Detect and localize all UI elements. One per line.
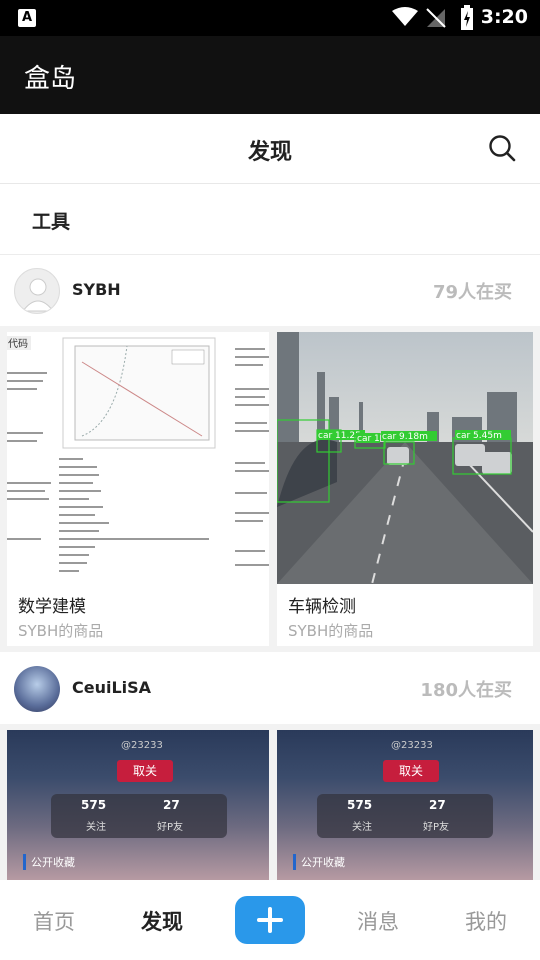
product-image: @23233 取关 575 关注 27 好P友 公开收藏 xyxy=(7,730,269,880)
app-title: 盒岛 xyxy=(24,64,77,94)
product-title[interactable]: 车辆检测 xyxy=(288,592,356,617)
seller-name[interactable]: SYBH xyxy=(72,280,121,299)
product-image: 代码 xyxy=(7,332,269,584)
nav-mine[interactable]: 我的 xyxy=(436,906,536,936)
detection-label: car 1 xyxy=(357,434,380,444)
tools-label: 工具 xyxy=(32,211,71,233)
buyer-count: 180人在买 xyxy=(420,680,512,701)
product-seller: SYBH的商品 xyxy=(18,622,104,640)
friend-label: 好P友 xyxy=(157,822,184,833)
detection-label: car 5.45m xyxy=(456,431,502,441)
follow-count: 575 xyxy=(347,798,373,812)
app-bar: 盒岛 xyxy=(0,36,540,114)
product-grid: @23233 取关 575 关注 27 好P友 公开收藏 @23233 取关 5… xyxy=(0,724,540,880)
search-icon[interactable] xyxy=(488,134,516,162)
nav-home[interactable]: 首页 xyxy=(4,906,104,936)
product-image: car 11.25m car 1 car 9.18m car 5.45m xyxy=(277,332,533,584)
avatar[interactable] xyxy=(14,268,60,314)
clock: 3:20 xyxy=(480,6,528,28)
product-grid: 代码 数学建模 SYBH的商品 car 11.25m car 1 car 9.1… xyxy=(0,326,540,652)
wifi-icon xyxy=(392,7,418,26)
friend-count: 27 xyxy=(163,798,180,812)
follow-label: 关注 xyxy=(352,822,372,833)
product-seller: SYBH的商品 xyxy=(288,622,374,640)
product-card[interactable]: car 11.25m car 1 car 9.18m car 5.45m 车辆检… xyxy=(277,332,533,646)
public-collection-label: 公开收藏 xyxy=(23,854,75,870)
unfollow-button: 取关 xyxy=(383,760,439,782)
page-header: 发现 xyxy=(0,114,540,184)
status-bar: A 3:20 xyxy=(0,0,540,36)
user-id-text: @23233 xyxy=(121,740,163,751)
notification-icon: A xyxy=(18,9,36,27)
product-title[interactable]: 数学建模 xyxy=(18,592,86,617)
svg-text:代码: 代码 xyxy=(8,338,28,350)
user-id-text: @23233 xyxy=(391,740,433,751)
seller-header[interactable]: CeuiLiSA 180人在买 xyxy=(0,654,540,724)
detection-label: car 9.18m xyxy=(382,432,428,442)
friend-label: 好P友 xyxy=(423,822,450,833)
nav-messages[interactable]: 消息 xyxy=(328,906,428,936)
public-collection-label: 公开收藏 xyxy=(293,854,345,870)
no-signal-icon xyxy=(426,8,446,28)
seller-header[interactable]: SYBH 79人在买 xyxy=(0,256,540,326)
nav-discover[interactable]: 发现 xyxy=(112,906,212,936)
product-card[interactable]: @23233 取关 575 关注 27 好P友 公开收藏 xyxy=(277,730,533,880)
avatar[interactable] xyxy=(14,666,60,712)
product-image: @23233 取关 575 关注 27 好P友 公开收藏 xyxy=(277,730,533,880)
add-button[interactable] xyxy=(235,896,305,944)
unfollow-button: 取关 xyxy=(117,760,173,782)
battery-charging-icon xyxy=(461,5,473,30)
product-card[interactable]: @23233 取关 575 关注 27 好P友 公开收藏 xyxy=(7,730,269,880)
stats-panel: 575 关注 27 好P友 xyxy=(317,794,493,838)
page-title: 发现 xyxy=(247,140,292,165)
follow-label: 关注 xyxy=(86,822,106,833)
seller-name[interactable]: CeuiLiSA xyxy=(72,678,151,697)
friend-count: 27 xyxy=(429,798,446,812)
product-card[interactable]: 代码 数学建模 SYBH的商品 xyxy=(7,332,269,646)
buyer-count: 79人在买 xyxy=(432,282,512,303)
follow-count: 575 xyxy=(81,798,107,812)
tools-row[interactable]: 工具 xyxy=(0,185,540,255)
bottom-nav: 首页 发现 消息 我的 xyxy=(0,880,540,960)
stats-panel: 575 关注 27 好P友 xyxy=(51,794,227,838)
